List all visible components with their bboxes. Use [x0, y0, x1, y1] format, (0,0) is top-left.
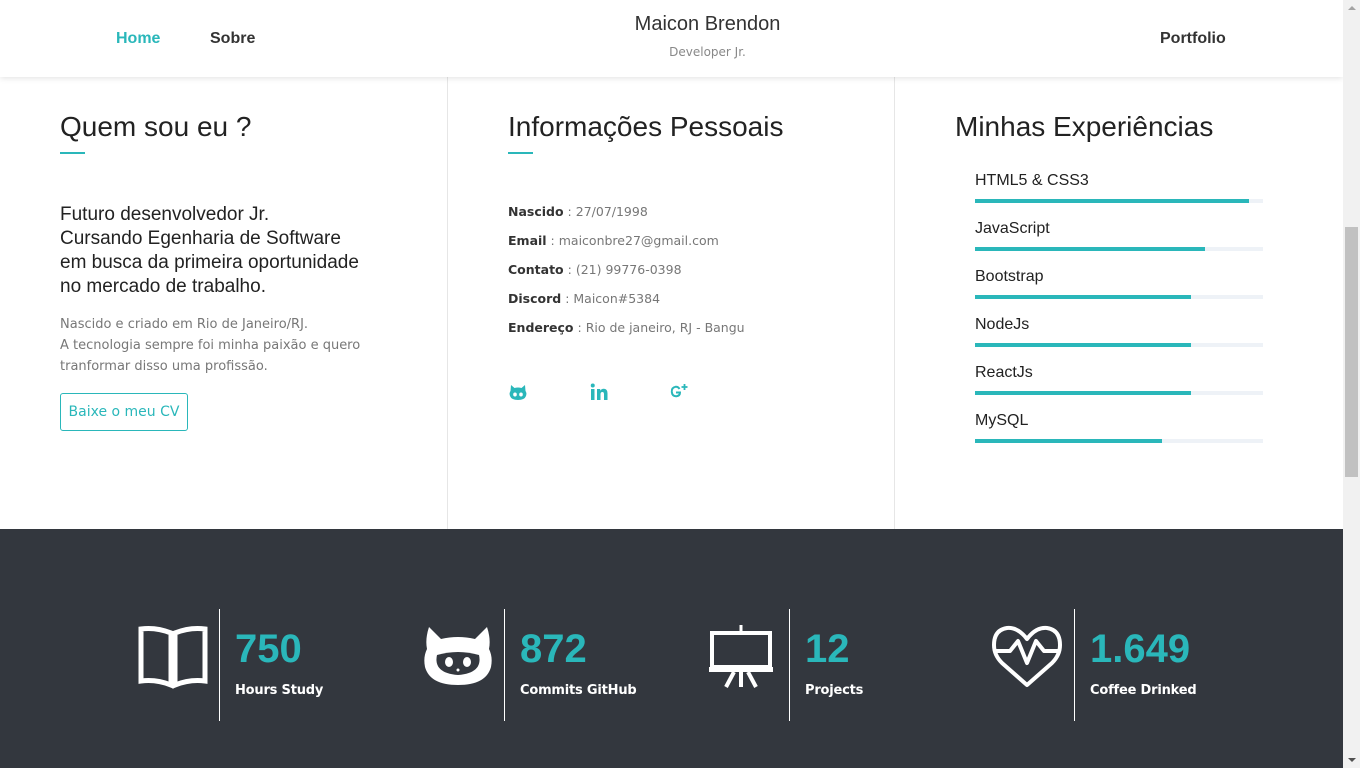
skill-item: ReactJs — [975, 364, 1263, 412]
stat-label: Coffee Drinked — [1090, 683, 1197, 698]
about-section: Quem sou eu ? Futuro desenvolvedor Jr. C… — [0, 77, 1343, 529]
lead-line: Futuro desenvolvedor Jr. — [60, 204, 270, 225]
lead-line: no mercado de trabalho. — [60, 276, 266, 297]
skill-progress-track — [975, 439, 1263, 443]
skill-progress-fill — [975, 199, 1249, 203]
skill-name: Bootstrap — [975, 268, 1044, 285]
skills-title: Minhas Experiências — [955, 111, 1214, 142]
info-row-discord: Discord : Maicon#5384 — [508, 291, 661, 306]
skill-progress-track — [975, 343, 1263, 347]
info-label: Endereço — [508, 320, 574, 335]
info-row-contact: Contato : (21) 99776-0398 — [508, 262, 682, 277]
skill-progress-fill — [975, 391, 1191, 395]
info-value: Rio de janeiro, RJ - Bangu — [585, 320, 745, 335]
skill-progress-track — [975, 199, 1263, 203]
skill-name: ReactJs — [975, 364, 1033, 381]
page: Home Sobre Maicon Brendon Developer Jr. … — [0, 0, 1343, 768]
info-label: Contato — [508, 262, 564, 277]
stat-coffee: 1.649 Coffee Drinked — [0, 609, 1260, 721]
info-value: 27/07/1998 — [575, 204, 648, 219]
skill-progress-track — [975, 247, 1263, 251]
info-title: Informações Pessoais — [508, 111, 784, 142]
skill-progress-fill — [975, 295, 1191, 299]
nav-portfolio-link[interactable]: Portfolio — [1160, 30, 1226, 48]
skill-progress-track — [975, 295, 1263, 299]
description-line: A tecnologia sempre foi minha paixão e q… — [60, 338, 361, 353]
info-row-birth: Nascido : 27/07/1998 — [508, 204, 648, 219]
description-line: Nascido e criado em Rio de Janeiro/RJ. — [60, 317, 309, 332]
personal-info-list: Nascido : 27/07/1998 Email : maiconbre27… — [508, 204, 745, 349]
info-value: maiconbre27@gmail.com — [558, 233, 719, 248]
skill-progress-fill — [975, 247, 1206, 251]
heart-pulse-icon — [992, 625, 1062, 689]
vertical-scrollbar[interactable] — [1343, 0, 1360, 768]
info-row-address: Endereço : Rio de janeiro, RJ - Bangu — [508, 320, 745, 335]
info-value: (21) 99776-0398 — [575, 262, 682, 277]
navbar: Home Sobre Maicon Brendon Developer Jr. … — [0, 0, 1343, 77]
about-lead: Futuro desenvolvedor Jr. Cursando Egenha… — [60, 203, 400, 299]
info-label: Email — [508, 233, 547, 248]
stat-value: 1.649 — [1090, 627, 1191, 671]
download-cv-button[interactable]: Baixe o meu CV — [60, 393, 188, 431]
skill-item: Bootstrap — [975, 268, 1263, 316]
skill-progress-track — [975, 391, 1263, 395]
description-line: tranformar disso uma profissão. — [60, 359, 268, 374]
scroll-up-arrow-icon[interactable] — [1343, 0, 1360, 17]
google-plus-icon[interactable] — [669, 382, 689, 402]
skill-name: HTML5 & CSS3 — [975, 172, 1089, 189]
about-title: Quem sou eu ? — [60, 111, 252, 142]
skill-progress-fill — [975, 439, 1163, 443]
github-icon[interactable] — [508, 382, 528, 402]
info-row-email: Email : maiconbre27@gmail.com — [508, 233, 719, 248]
stats-section: 750 Hours Study 872 Commits GitHub 12 Pr… — [0, 529, 1343, 768]
brand-subtitle: Developer Jr. — [669, 45, 746, 59]
title-underline — [508, 152, 533, 154]
column-divider — [447, 77, 448, 529]
about-description: Nascido e criado em Rio de Janeiro/RJ. A… — [60, 314, 360, 377]
skill-item: NodeJs — [975, 316, 1263, 364]
skill-name: MySQL — [975, 412, 1029, 429]
brand-name: Maicon Brendon — [634, 13, 781, 35]
title-underline — [60, 152, 85, 154]
stat-separator — [1074, 609, 1075, 721]
skill-item: MySQL — [975, 412, 1263, 460]
skill-name: JavaScript — [975, 220, 1050, 237]
lead-line: Cursando Egenharia de Software — [60, 228, 341, 249]
skill-progress-fill — [975, 343, 1191, 347]
info-label: Discord — [508, 291, 562, 306]
info-label: Nascido — [508, 204, 564, 219]
brand[interactable]: Maicon Brendon Developer Jr. — [0, 13, 1343, 59]
lead-line: em busca da primeira oportunidade — [60, 252, 359, 273]
skill-item: JavaScript — [975, 220, 1263, 268]
skill-name: NodeJs — [975, 316, 1030, 333]
skill-item: HTML5 & CSS3 — [975, 172, 1263, 220]
skills-list: HTML5 & CSS3 JavaScript Bootstrap NodeJs… — [975, 172, 1263, 460]
info-value: Maicon#5384 — [573, 291, 661, 306]
column-divider — [894, 77, 895, 529]
linkedin-icon[interactable] — [589, 382, 609, 402]
scroll-down-arrow-icon[interactable] — [1343, 751, 1360, 768]
scrollbar-thumb[interactable] — [1345, 227, 1358, 477]
